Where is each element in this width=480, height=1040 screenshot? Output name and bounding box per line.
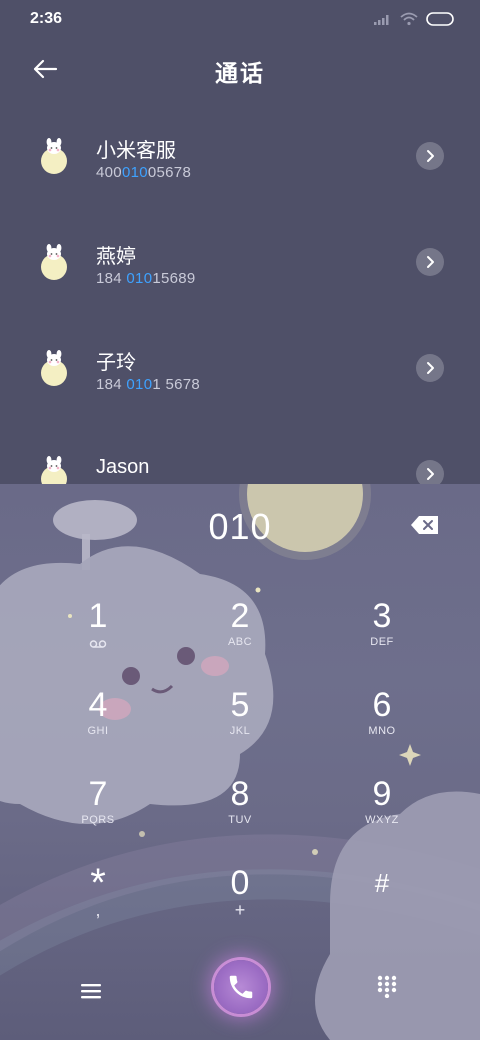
contact-row[interactable]: 子玲 184 0101 5678 [0, 312, 480, 418]
key-3[interactable]: 3 DEF [322, 596, 442, 676]
contact-list: 小米客服 40001005678 燕婷 184 01015689 子玲 184 … [0, 100, 480, 484]
key-letters: GHI [87, 725, 109, 737]
contact-name: 燕婷 [96, 246, 136, 268]
chevron-right-icon [427, 468, 434, 480]
contact-name: 小米客服 [96, 140, 176, 162]
key-letters: WXYZ [365, 814, 399, 826]
contact-number: 184 01015689 [96, 270, 196, 287]
contact-detail-button[interactable] [416, 460, 444, 484]
call-button[interactable] [214, 960, 268, 1014]
key-digit: # [374, 868, 390, 898]
key-7[interactable]: 7 PQRS [38, 774, 158, 854]
status-icons [374, 12, 454, 26]
key-letters: DEF [370, 636, 394, 648]
chevron-right-icon [427, 256, 434, 268]
key-digit: 8 [230, 775, 250, 813]
dialer-panel: 010 1 2 ABC 3 DEF 4 GHI 5 JKL 6 MNO 7 PQ… [0, 484, 480, 1040]
contact-row[interactable]: 小米客服 40001005678 [0, 100, 480, 206]
key-4[interactable]: 4 GHI [38, 685, 158, 765]
battery-icon [426, 12, 454, 26]
contact-detail-button[interactable] [416, 248, 444, 276]
key-digit: * [90, 861, 106, 905]
status-bar: 2:36 [0, 0, 480, 40]
contact-name: Jason [96, 456, 150, 478]
key-letters: JKL [229, 725, 251, 737]
key-digit: 6 [372, 686, 392, 724]
avatar [41, 456, 67, 484]
backspace-icon [411, 516, 438, 534]
menu-button[interactable] [74, 974, 108, 1008]
key-digit: 3 [372, 597, 392, 635]
status-time: 2:36 [30, 10, 63, 27]
key-hash[interactable]: # [322, 863, 442, 943]
chevron-right-icon [427, 362, 434, 374]
key-digit: 1 [88, 597, 108, 635]
key-letters: , [95, 900, 101, 920]
key-letters: PQRS [81, 814, 115, 826]
key-digit: 4 [88, 686, 108, 724]
phone-icon [229, 975, 253, 999]
menu-icon [81, 984, 101, 999]
voicemail-icon [89, 640, 107, 648]
key-letters: MNO [368, 725, 396, 737]
contact-row[interactable]: 燕婷 184 01015689 [0, 206, 480, 312]
contact-row[interactable]: Jason [0, 418, 480, 484]
contact-detail-button[interactable] [416, 142, 444, 170]
key-digit: 7 [88, 775, 108, 813]
header: 通话 [0, 40, 480, 100]
key-star[interactable]: * , [38, 863, 158, 943]
key-letters: TUV [228, 814, 252, 826]
dial-input[interactable]: 010 [0, 506, 480, 548]
backspace-button[interactable] [410, 514, 442, 538]
key-9[interactable]: 9 WXYZ [322, 774, 442, 854]
key-digit: 5 [230, 686, 250, 724]
chevron-right-icon [427, 150, 434, 162]
key-0[interactable]: 0 + [180, 863, 300, 943]
key-6[interactable]: 6 MNO [322, 685, 442, 765]
dialpad-toggle-button[interactable] [376, 974, 406, 1004]
contact-number: 184 0101 5678 [96, 376, 201, 393]
key-5[interactable]: 5 JKL [180, 685, 300, 765]
page-title: 通话 [215, 60, 265, 86]
signal-icon [374, 15, 389, 25]
dialer-bottom-bar [0, 944, 480, 1040]
key-8[interactable]: 8 TUV [180, 774, 300, 854]
contact-name: 子玲 [96, 352, 136, 374]
contact-detail-button[interactable] [416, 354, 444, 382]
key-1[interactable]: 1 [38, 596, 158, 676]
key-letters: + [234, 900, 246, 920]
key-digit: 0 [230, 864, 250, 902]
avatar [41, 138, 67, 174]
avatar [41, 350, 67, 386]
contact-number: 40001005678 [96, 164, 192, 181]
key-digit: 9 [372, 775, 392, 813]
key-2[interactable]: 2 ABC [180, 596, 300, 676]
wifi-icon [400, 12, 418, 26]
key-digit: 2 [230, 597, 250, 635]
avatar [41, 244, 67, 280]
key-letters: ABC [227, 636, 253, 648]
dialpad-icon [377, 975, 397, 999]
